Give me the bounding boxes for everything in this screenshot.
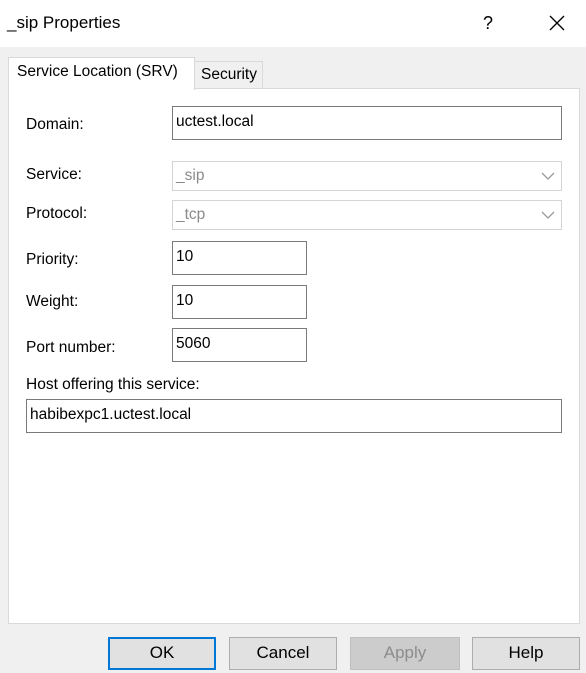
help-question-icon[interactable]: ? <box>478 11 498 35</box>
port-number-label: Port number: <box>26 339 116 356</box>
service-value: _sip <box>176 167 205 184</box>
host-label: Host offering this service: <box>26 376 200 393</box>
ok-button[interactable]: OK <box>108 637 216 670</box>
tab-service-location[interactable]: Service Location (SRV) <box>8 57 195 90</box>
window-title: _sip Properties <box>7 13 121 32</box>
tab-security[interactable]: Security <box>194 61 263 88</box>
title-bar: _sip Properties ? <box>0 0 586 47</box>
protocol-dropdown[interactable]: _tcp <box>172 200 562 230</box>
weight-field[interactable]: 10 <box>172 285 307 319</box>
domain-label: Domain: <box>26 116 84 133</box>
chevron-down-icon <box>541 210 555 220</box>
service-label: Service: <box>26 166 82 183</box>
priority-field[interactable]: 10 <box>172 241 307 275</box>
weight-label: Weight: <box>26 293 79 310</box>
priority-label: Priority: <box>26 251 79 268</box>
service-dropdown[interactable]: _sip <box>172 161 562 191</box>
port-number-field[interactable]: 5060 <box>172 328 307 362</box>
help-button[interactable]: Help <box>472 637 580 670</box>
domain-field[interactable]: uctest.local <box>172 106 562 140</box>
close-icon[interactable] <box>546 12 568 34</box>
protocol-value: _tcp <box>176 206 206 223</box>
apply-button[interactable]: Apply <box>350 637 460 670</box>
cancel-button[interactable]: Cancel <box>229 637 337 670</box>
host-field[interactable]: habibexpc1.uctest.local <box>26 399 562 433</box>
chevron-down-icon <box>541 171 555 181</box>
protocol-label: Protocol: <box>26 205 88 222</box>
